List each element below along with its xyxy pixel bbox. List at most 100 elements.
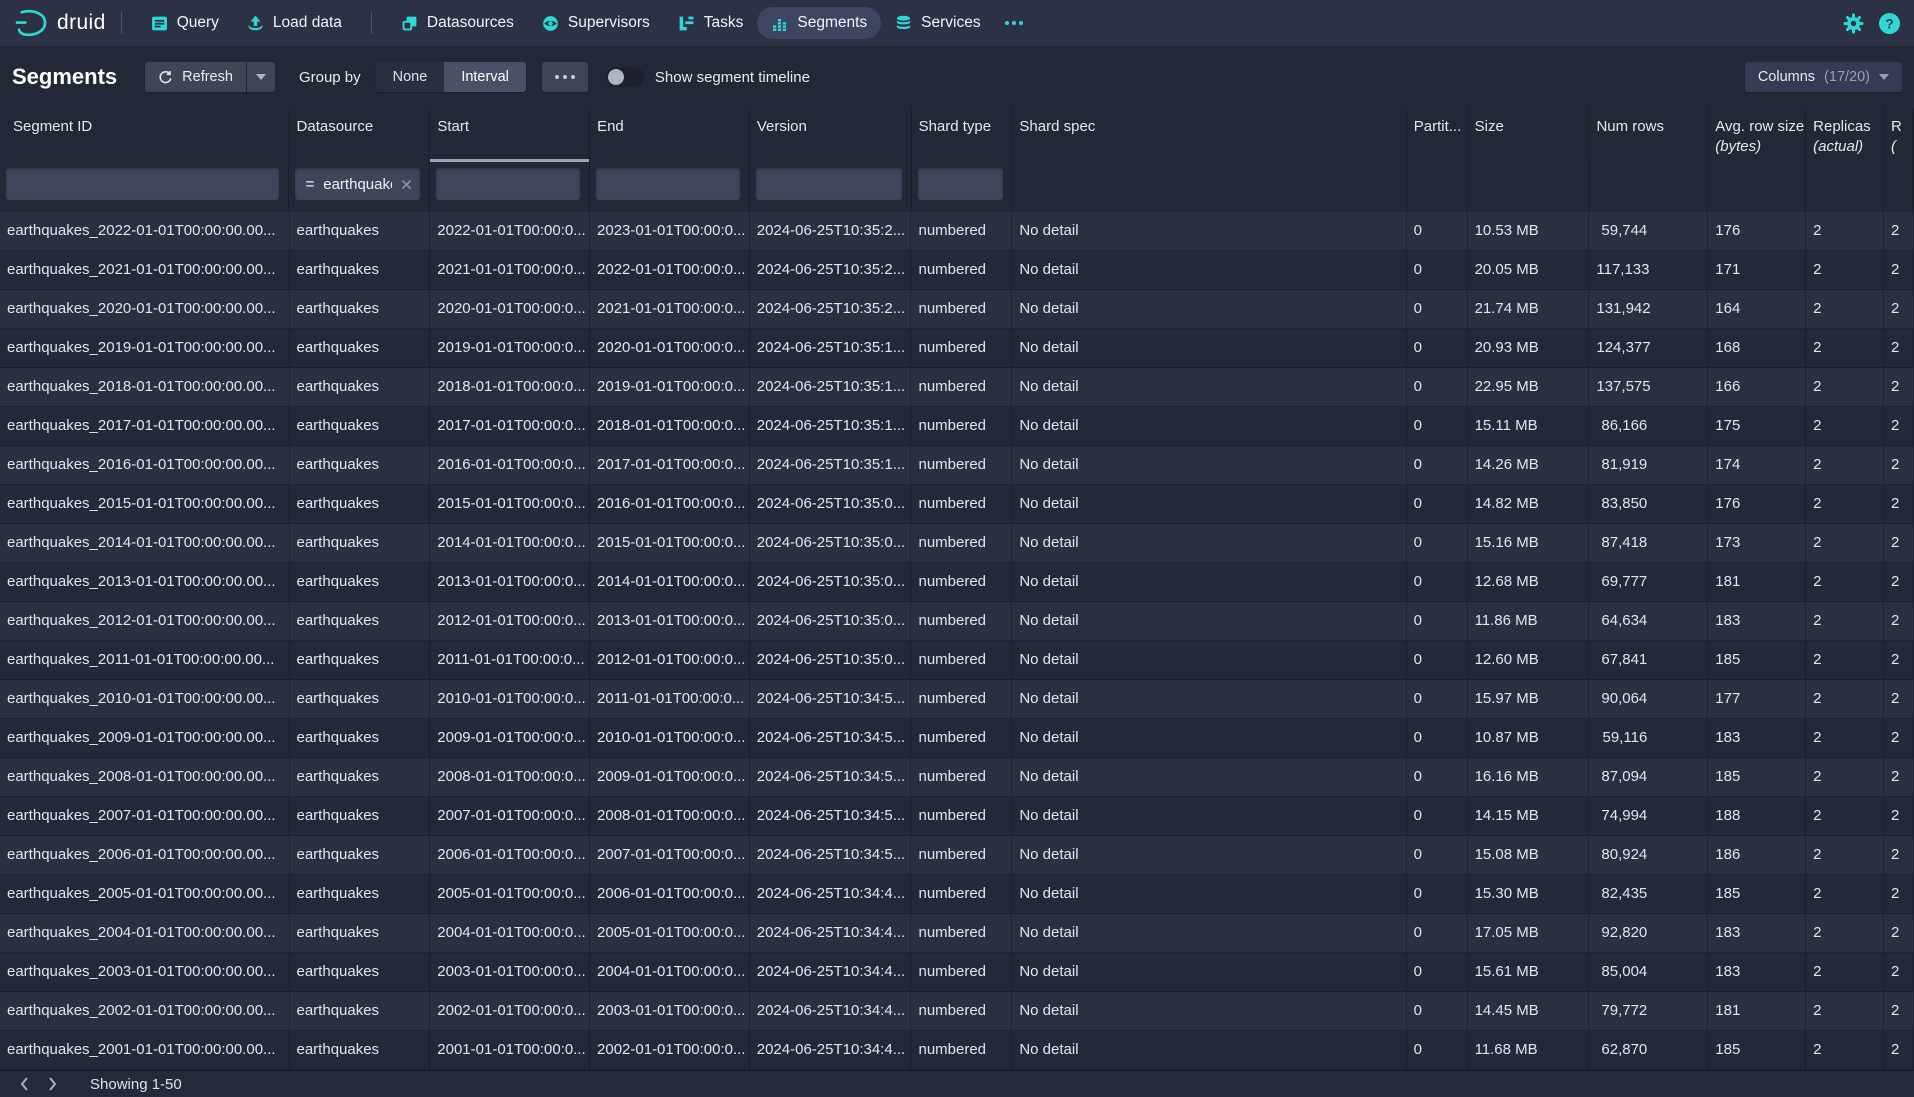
cell-shard_spec: No detail [1012, 446, 1406, 484]
table-row[interactable]: earthquakes_2002-01-01T00:00:00.00...ear… [0, 992, 1914, 1031]
table-row[interactable]: earthquakes_2016-01-01T00:00:00.00...ear… [0, 446, 1914, 485]
table-row[interactable]: earthquakes_2011-01-01T00:00:00.00...ear… [0, 641, 1914, 680]
cell-start: 2016-01-01T00:00:0... [430, 446, 590, 484]
filter-cell-end [590, 162, 750, 212]
table-row[interactable]: earthquakes_2018-01-01T00:00:00.00...ear… [0, 368, 1914, 407]
table-row[interactable]: earthquakes_2009-01-01T00:00:00.00...ear… [0, 719, 1914, 758]
columns-button[interactable]: Columns (17/20) [1745, 62, 1902, 92]
table-row[interactable]: earthquakes_2022-01-01T00:00:00.00...ear… [0, 212, 1914, 251]
previous-page-button[interactable] [10, 1073, 38, 1095]
table-row[interactable]: earthquakes_2019-01-01T00:00:00.00...ear… [0, 329, 1914, 368]
cell-start: 2019-01-01T00:00:0... [430, 329, 590, 367]
cell-num_rows: 74,994 [1589, 797, 1708, 835]
table-row[interactable]: earthquakes_2008-01-01T00:00:00.00...ear… [0, 758, 1914, 797]
group-by-option-interval[interactable]: Interval [444, 62, 526, 92]
filter-input-version[interactable] [756, 168, 902, 200]
table-row[interactable]: earthquakes_2001-01-01T00:00:00.00...ear… [0, 1031, 1914, 1070]
refresh-button[interactable]: Refresh [145, 62, 246, 92]
druid-logo[interactable]: druid [14, 8, 106, 38]
nav-item-segments[interactable]: Segments [757, 7, 881, 39]
cell-id: earthquakes_2007-01-01T00:00:00.00... [0, 797, 290, 835]
cell-avg_row_size: 176 [1708, 485, 1806, 523]
column-header-shard_spec[interactable]: Shard spec [1012, 108, 1406, 162]
cell-shard_type: numbered [911, 329, 1012, 367]
nav-item-load-data[interactable]: Load data [233, 7, 356, 39]
table-row[interactable]: earthquakes_2020-01-01T00:00:00.00...ear… [0, 290, 1914, 329]
svg-text:?: ? [1885, 16, 1893, 31]
cell-shard_spec: No detail [1012, 251, 1406, 289]
column-header-avg_row_size[interactable]: Avg. row size(bytes) [1708, 108, 1806, 162]
cell-num_rows: 80,924 [1589, 836, 1708, 874]
nav-item-tasks[interactable]: Tasks [664, 7, 758, 39]
column-header-num_rows[interactable]: Num rows [1589, 108, 1708, 162]
column-header-partition[interactable]: Partit... [1407, 108, 1468, 162]
column-header-size[interactable]: Size [1468, 108, 1590, 162]
table-filter-row: =earthquake [0, 162, 1914, 212]
table-row[interactable]: earthquakes_2013-01-01T00:00:00.00...ear… [0, 563, 1914, 602]
nav-item-query[interactable]: Query [137, 7, 233, 39]
cell-version: 2024-06-25T10:34:4... [750, 992, 912, 1030]
cell-shard_type: numbered [911, 446, 1012, 484]
table-row[interactable]: earthquakes_2021-01-01T00:00:00.00...ear… [0, 251, 1914, 290]
table-row[interactable]: earthquakes_2007-01-01T00:00:00.00...ear… [0, 797, 1914, 836]
cell-ds: earthquakes [290, 797, 431, 835]
segment-timeline-toggle-label: Show segment timeline [655, 69, 810, 86]
cell-ds: earthquakes [290, 563, 431, 601]
column-header-replicas[interactable]: Replicas(actual) [1806, 108, 1884, 162]
filter-input-start[interactable] [436, 168, 580, 200]
table-row[interactable]: earthquakes_2015-01-01T00:00:00.00...ear… [0, 485, 1914, 524]
segment-timeline-toggle[interactable] [606, 67, 644, 87]
next-page-button[interactable] [38, 1073, 66, 1095]
cell-id: earthquakes_2013-01-01T00:00:00.00... [0, 563, 290, 601]
cell-id: earthquakes_2005-01-01T00:00:00.00... [0, 875, 290, 913]
filter-value: earthquake [323, 176, 392, 193]
table-row[interactable]: earthquakes_2010-01-01T00:00:00.00...ear… [0, 680, 1914, 719]
column-header-id[interactable]: Segment ID [0, 108, 290, 162]
table-row[interactable]: earthquakes_2004-01-01T00:00:00.00...ear… [0, 914, 1914, 953]
cell-ds: earthquakes [290, 641, 431, 679]
query-icon [151, 15, 168, 32]
nav-item-services[interactable]: Services [881, 7, 994, 39]
refresh-dropdown-button[interactable] [247, 62, 275, 92]
filter-chip-ds[interactable]: =earthquake [295, 168, 420, 200]
group-by-option-none[interactable]: None [376, 62, 445, 92]
table-row[interactable]: earthquakes_2003-01-01T00:00:00.00...ear… [0, 953, 1914, 992]
cell-start: 2006-01-01T00:00:0... [430, 836, 590, 874]
filter-input-shard_type[interactable] [918, 168, 1003, 200]
nav-item-supervisors[interactable]: Supervisors [528, 7, 664, 39]
cell-replicas: 2 [1806, 446, 1884, 484]
table-row[interactable]: earthquakes_2006-01-01T00:00:00.00...ear… [0, 836, 1914, 875]
table-row[interactable]: earthquakes_2014-01-01T00:00:00.00...ear… [0, 524, 1914, 563]
column-header-more[interactable]: R( [1884, 108, 1914, 162]
cell-end: 2016-01-01T00:00:0... [590, 485, 750, 523]
nav-item-label: Segments [797, 14, 867, 32]
cell-ds: earthquakes [290, 992, 431, 1030]
cell-size: 15.30 MB [1468, 875, 1590, 913]
cell-end: 2006-01-01T00:00:0... [590, 875, 750, 913]
column-header-version[interactable]: Version [750, 108, 912, 162]
column-header-ds[interactable]: Datasource [290, 108, 431, 162]
column-header-shard_type[interactable]: Shard type [912, 108, 1013, 162]
gear-icon[interactable] [1843, 13, 1864, 34]
nav-item-datasources[interactable]: Datasources [387, 7, 528, 39]
cell-shard_spec: No detail [1012, 368, 1406, 406]
help-icon[interactable]: ? [1879, 13, 1900, 34]
more-actions-button[interactable] [542, 62, 588, 92]
close-icon[interactable] [401, 179, 412, 190]
group-by-segmented-control: NoneInterval [376, 62, 526, 92]
table-row[interactable]: earthquakes_2012-01-01T00:00:00.00...ear… [0, 602, 1914, 641]
navbar-overflow-button[interactable] [995, 21, 1033, 25]
table-row[interactable]: earthquakes_2005-01-01T00:00:00.00...ear… [0, 875, 1914, 914]
filter-input-id[interactable] [6, 168, 279, 200]
cell-num_rows: 59,116 [1589, 719, 1708, 757]
table-row[interactable]: earthquakes_2017-01-01T00:00:00.00...ear… [0, 407, 1914, 446]
column-header-start[interactable]: Start [430, 108, 590, 162]
nav-item-label: Tasks [704, 14, 744, 32]
cell-partition: 0 [1407, 836, 1468, 874]
cell-avg_row_size: 175 [1708, 407, 1806, 445]
column-header-end[interactable]: End [590, 108, 750, 162]
filter-input-end[interactable] [596, 168, 740, 200]
column-header-label: Datasource [297, 118, 422, 135]
cell-shard_type: numbered [911, 563, 1012, 601]
cell-ds: earthquakes [290, 914, 431, 952]
